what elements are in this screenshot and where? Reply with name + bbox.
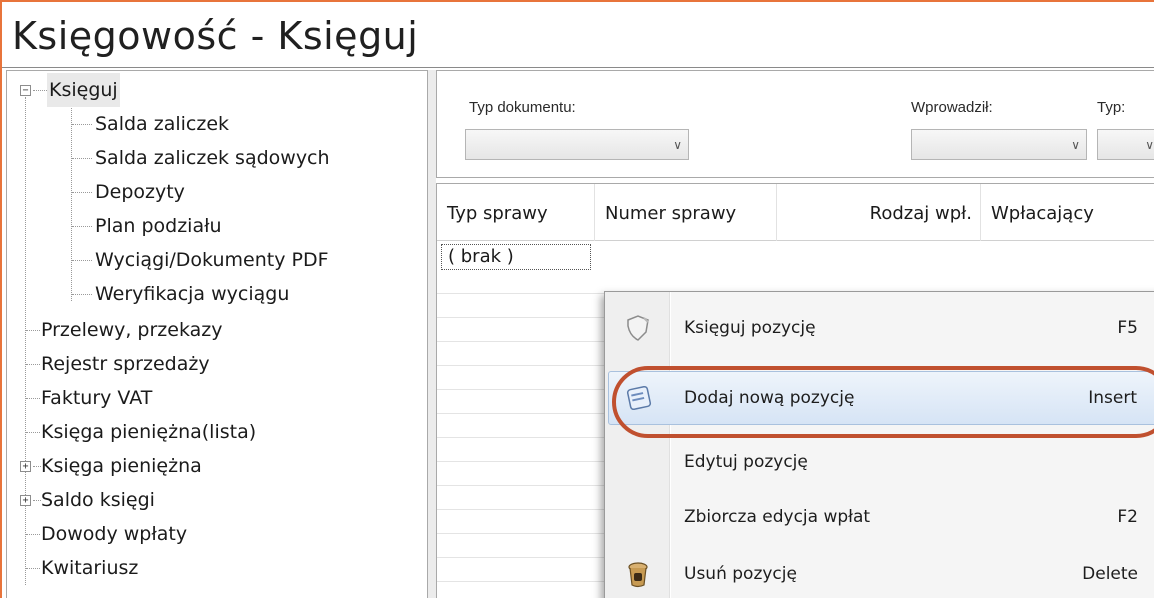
tree-connector — [72, 124, 92, 125]
menu-item-label: Usuń pozycję — [684, 564, 797, 584]
tree-item-ksiega-pieniezna[interactable]: + Księga pieniężna — [7, 449, 427, 483]
window-title: Księgowość - Księguj — [12, 14, 419, 58]
tree-item-weryfikacja-wyciagu[interactable]: Weryfikacja wyciągu — [7, 277, 427, 311]
tree-item-dowody-wplaty[interactable]: Dowody wpłaty — [7, 517, 427, 551]
trash-icon — [628, 562, 648, 588]
tree-connector — [72, 226, 92, 227]
tree-item-przelewy[interactable]: Przelewy, przekazy — [7, 313, 427, 347]
tree-item-ksieguj[interactable]: − Księguj — [7, 73, 427, 107]
column-header-wplacajacy[interactable]: Wpłacający — [981, 184, 1154, 241]
menu-item-zbiorcza-edycja[interactable]: Zbiorcza edycja wpłat F2 — [608, 489, 1154, 545]
tree-item-wyciagi[interactable]: Wyciągi/Dokumenty PDF — [7, 243, 427, 277]
collapse-icon[interactable]: − — [20, 85, 31, 96]
tree-item-salda-zaliczek[interactable]: Salda zaliczek — [7, 107, 427, 141]
add-document-icon — [626, 385, 652, 411]
tree-item-kwitariusz[interactable]: Kwitariusz — [7, 551, 427, 585]
tree-connector — [26, 534, 40, 535]
shield-icon — [627, 315, 649, 341]
typ-label: Typ: — [1097, 99, 1126, 116]
menu-item-ksieguj-pozycje[interactable]: Księguj pozycję F5 — [608, 300, 1154, 356]
tree-item-label: Plan podziału — [95, 215, 222, 237]
tree-item-label: Salda zaliczek — [95, 113, 230, 135]
tree-connector — [26, 330, 40, 331]
panel-splitter[interactable] — [428, 70, 436, 598]
tree-item-faktury-vat[interactable]: Faktury VAT — [7, 381, 427, 415]
menu-item-usun-pozycje[interactable]: Usuń pozycję Delete — [608, 546, 1154, 598]
tree-item-label: Depozyty — [95, 181, 185, 203]
tree-item-label: Saldo księgi — [41, 489, 155, 511]
tree-connector — [72, 158, 92, 159]
tree-connector — [33, 500, 41, 501]
tree-item-label: Weryfikacja wyciągu — [95, 283, 290, 305]
menu-item-label: Edytuj pozycję — [684, 452, 808, 472]
tree-item-label: Kwitariusz — [41, 557, 139, 579]
tree-item-label: Przelewy, przekazy — [41, 319, 223, 341]
menu-item-edytuj-pozycje[interactable]: Edytuj pozycję — [608, 434, 1154, 490]
tree-connector — [33, 466, 41, 467]
menu-item-shortcut: Delete — [1082, 564, 1138, 584]
tree-item-label: Rejestr sprzedaży — [41, 353, 210, 375]
wprowadzil-label: Wprowadził: — [911, 99, 993, 116]
tree-item-plan-podzialu[interactable]: Plan podziału — [7, 209, 427, 243]
tree-connector — [72, 192, 92, 193]
context-menu: Księguj pozycję F5 Dodaj nową pozycję In… — [604, 291, 1154, 598]
tree-item-depozyty[interactable]: Depozyty — [7, 175, 427, 209]
tree-item-rejestr-sprzedazy[interactable]: Rejestr sprzedaży — [7, 347, 427, 381]
tree-connector — [26, 364, 40, 365]
tree-connector — [72, 294, 92, 295]
menu-item-label: Dodaj nową pozycję — [684, 388, 855, 408]
chevron-down-icon: ∨ — [1145, 138, 1154, 152]
typ-dokumentu-select[interactable]: ∨ — [465, 129, 689, 160]
expand-icon[interactable]: + — [20, 461, 31, 472]
column-header-typ-sprawy[interactable]: Typ sprawy — [437, 184, 595, 241]
chevron-down-icon: ∨ — [673, 138, 682, 152]
table-row[interactable]: ( brak ) — [441, 244, 591, 270]
tree-item-saldo-ksiegi[interactable]: + Saldo księgi — [7, 483, 427, 517]
typ-select[interactable]: ∨ — [1097, 129, 1154, 160]
menu-item-shortcut: F5 — [1117, 318, 1138, 338]
navigation-tree: − Księguj Salda zaliczek Salda zaliczek … — [6, 70, 428, 598]
menu-item-label: Zbiorcza edycja wpłat — [684, 507, 871, 527]
tree-item-label: Dowody wpłaty — [41, 523, 188, 545]
chevron-down-icon: ∨ — [1071, 138, 1080, 152]
tree-item-label: Wyciągi/Dokumenty PDF — [95, 249, 329, 271]
tree-connector — [26, 568, 40, 569]
grid-header: Typ sprawy Numer sprawy Rodzaj wpł. Wpła… — [437, 184, 1154, 241]
tree-connector — [26, 432, 40, 433]
column-header-numer-sprawy[interactable]: Numer sprawy — [595, 184, 777, 241]
title-separator — [2, 67, 1154, 68]
tree-item-label: Faktury VAT — [41, 387, 153, 409]
tree-connector — [33, 90, 47, 91]
menu-item-dodaj-nowa-pozycje[interactable]: Dodaj nową pozycję Insert — [608, 371, 1154, 425]
tree-connector — [26, 398, 40, 399]
menu-item-label: Księguj pozycję — [684, 318, 816, 338]
tree-item-label: Księguj — [47, 73, 120, 107]
menu-item-shortcut: Insert — [1088, 388, 1137, 408]
tree-item-label: Księga pieniężna — [41, 455, 202, 477]
expand-icon[interactable]: + — [20, 495, 31, 506]
tree-item-label: Księga pieniężna(lista) — [41, 421, 257, 443]
column-header-rodzaj-wplaty[interactable]: Rodzaj wpł. — [777, 184, 981, 241]
menu-item-shortcut: F2 — [1117, 507, 1138, 527]
tree-connector — [72, 260, 92, 261]
tree-item-ksiega-pieniezna-lista[interactable]: Księga pieniężna(lista) — [7, 415, 427, 449]
filter-panel: Typ dokumentu: ∨ Wprowadził: ∨ Typ: ∨ — [436, 70, 1154, 178]
tree-item-label: Salda zaliczek sądowych — [95, 147, 330, 169]
typ-dokumentu-label: Typ dokumentu: — [469, 99, 576, 116]
wprowadzil-select[interactable]: ∨ — [911, 129, 1087, 160]
tree-item-salda-zaliczek-sadowych[interactable]: Salda zaliczek sądowych — [7, 141, 427, 175]
